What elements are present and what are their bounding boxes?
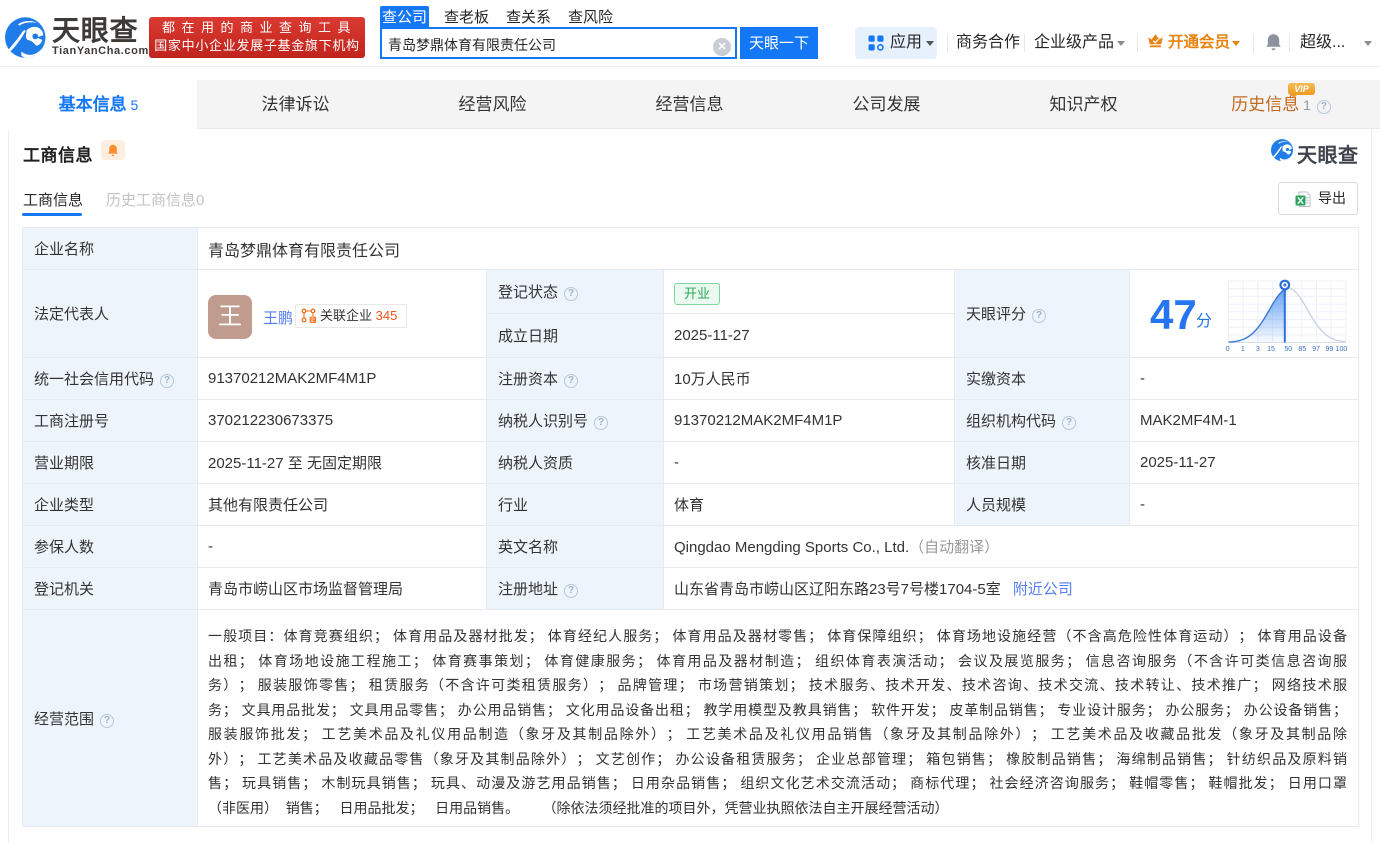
svg-text:97: 97 (1312, 346, 1320, 352)
svg-text:99: 99 (1326, 346, 1334, 352)
svg-text:1: 1 (1241, 346, 1245, 352)
svg-text:3: 3 (1256, 346, 1260, 352)
svg-text:企: 企 (310, 316, 316, 323)
svg-text:0: 0 (1226, 346, 1230, 352)
svg-text:50: 50 (1284, 346, 1292, 352)
svg-text:15: 15 (1267, 346, 1275, 352)
svg-text:85: 85 (1298, 346, 1306, 352)
svg-text:100: 100 (1336, 346, 1348, 352)
